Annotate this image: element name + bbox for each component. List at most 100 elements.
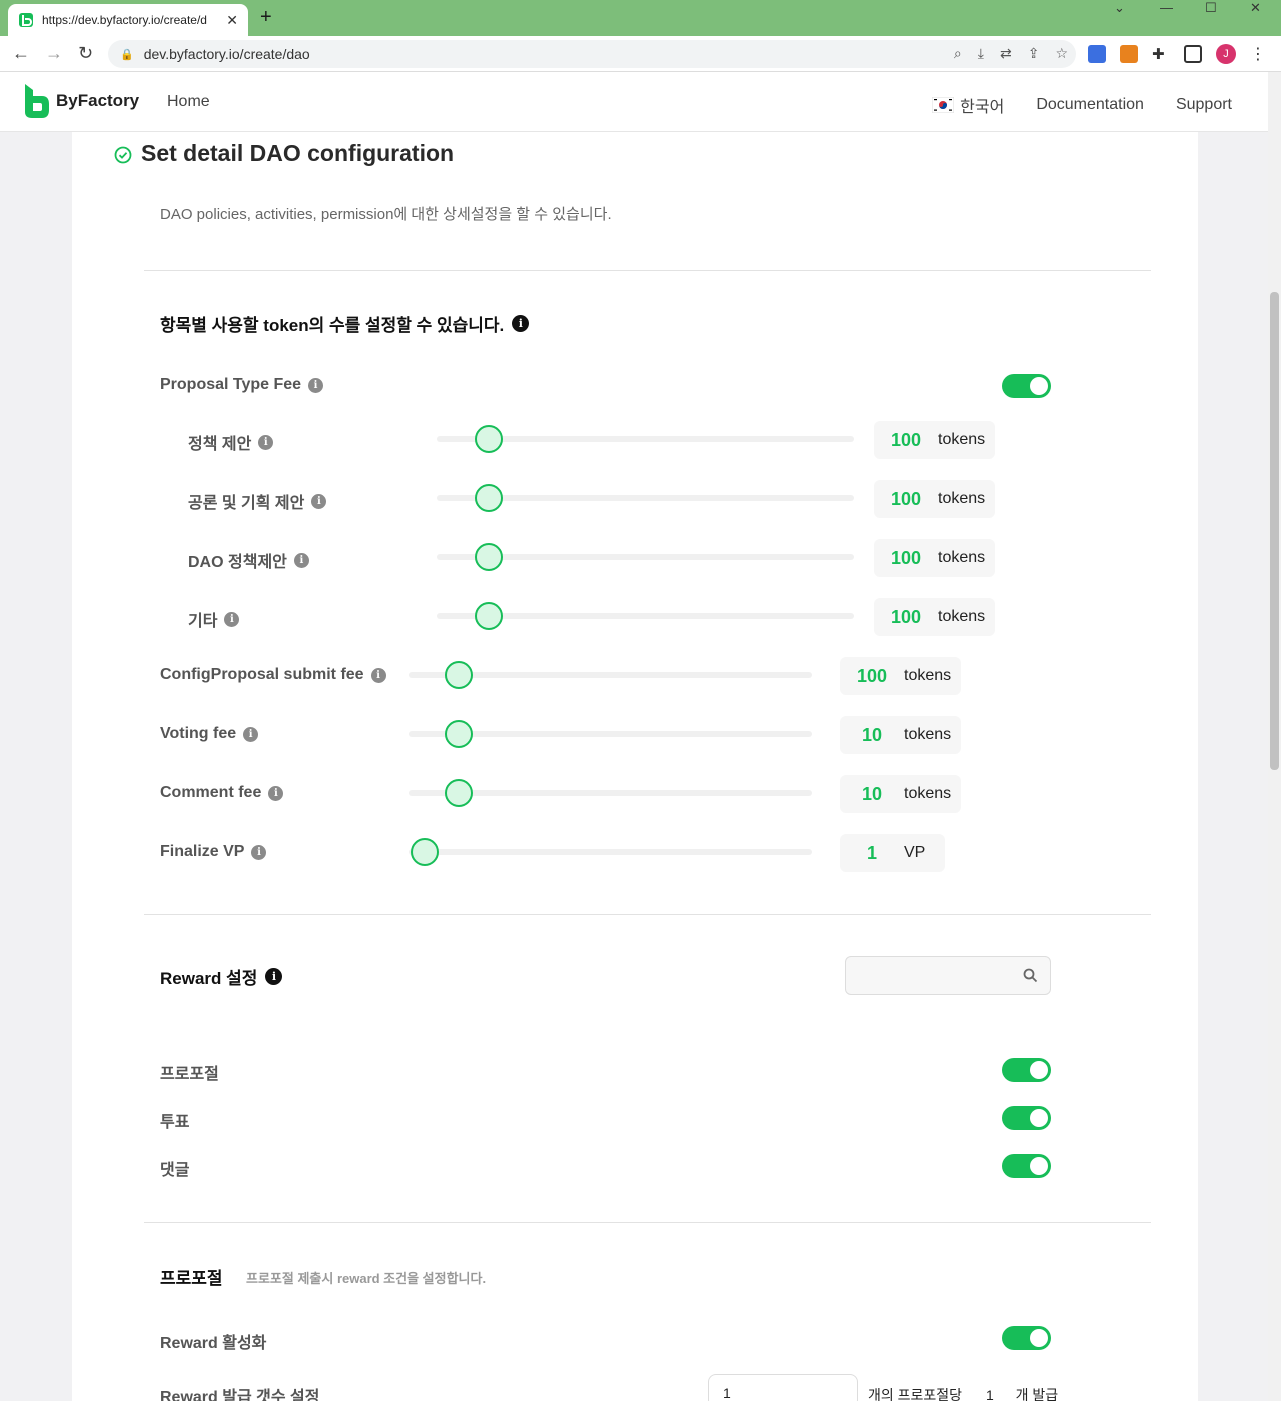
fee-label-text: Finalize VP xyxy=(160,843,245,860)
reward-proposal-toggle[interactable] xyxy=(1002,1058,1051,1082)
language-selector[interactable]: 한국어 xyxy=(932,93,1004,117)
reward-count-input[interactable]: 1 xyxy=(708,1374,858,1401)
sub-fee-value[interactable]: 100 xyxy=(874,548,938,569)
toggle-knob xyxy=(1030,1157,1048,1175)
fee-slider[interactable] xyxy=(409,849,812,855)
info-icon[interactable]: i xyxy=(224,611,240,627)
tab-close-icon[interactable]: ✕ xyxy=(226,12,238,29)
sub-fee-value[interactable]: 100 xyxy=(874,489,938,510)
sub-fee-value[interactable]: 100 xyxy=(874,607,938,628)
reward-vote-toggle[interactable] xyxy=(1002,1106,1051,1130)
fee-label: Voting fee i xyxy=(160,725,259,743)
issue-count[interactable]: 1 xyxy=(986,1387,994,1401)
sub-fee-unit: tokens xyxy=(938,490,986,507)
back-icon[interactable]: ← xyxy=(12,43,30,64)
extension-icon[interactable] xyxy=(1088,45,1106,63)
sub-fee-slider-thumb[interactable] xyxy=(475,543,503,571)
proposal-type-fee-text: Proposal Type Fee xyxy=(160,376,302,393)
brand-name: ByFactory xyxy=(56,91,140,110)
sub-fee-slider-thumb[interactable] xyxy=(475,425,503,453)
metamask-icon[interactable] xyxy=(1120,45,1138,63)
search-input[interactable] xyxy=(846,957,1016,994)
fee-slider-thumb[interactable] xyxy=(445,661,473,689)
profile-avatar[interactable]: J xyxy=(1216,44,1236,64)
sub-fee-label-text: 정책 제안 xyxy=(188,436,252,453)
sub-fee-label-text: DAO 정책제안 xyxy=(188,554,287,571)
fee-value-box: 10 tokens xyxy=(840,716,961,754)
new-tab-icon[interactable]: + xyxy=(260,6,272,29)
nav-support[interactable]: Support xyxy=(1176,96,1232,114)
reward-search xyxy=(845,956,1051,995)
sub-fee-label: 정책 제안 i xyxy=(188,430,274,454)
url-field[interactable]: 🔒 dev.byfactory.io/create/dao ⌕ ⤓ ⇄ ⇪ ☆ xyxy=(108,40,1076,68)
nav-home[interactable]: Home xyxy=(167,93,210,111)
sub-fee-value[interactable]: 100 xyxy=(874,430,938,451)
close-window-icon[interactable]: ✕ xyxy=(1250,0,1261,16)
install-icon[interactable]: ⤓ xyxy=(978,45,984,62)
info-icon[interactable]: i xyxy=(268,785,284,801)
byfactory-logo-icon xyxy=(25,84,49,118)
maximize-icon[interactable]: ☐ xyxy=(1205,0,1217,16)
per-proposal-label: 개의 프로포절당 xyxy=(868,1387,963,1401)
divider xyxy=(144,914,1151,915)
brand-logo[interactable]: ByFactory xyxy=(24,82,139,120)
search-icon[interactable] xyxy=(1023,968,1038,983)
info-icon[interactable]: i xyxy=(293,552,309,568)
menu-kebab-icon[interactable]: ⋮ xyxy=(1250,44,1266,64)
fee-unit: tokens xyxy=(904,785,952,802)
fee-label: Finalize VP i xyxy=(160,843,267,861)
sub-fee-label-text: 공론 및 기획 제안 xyxy=(188,495,305,512)
reload-icon[interactable]: ↻ xyxy=(78,43,93,64)
token-section-title: 항목별 사용할 token의 수를 설정할 수 있습니다. i xyxy=(160,311,530,336)
fee-value-box: 1 VP xyxy=(840,834,945,872)
minimize-icon[interactable]: — xyxy=(1160,0,1173,16)
fee-value[interactable]: 1 xyxy=(840,843,904,864)
fee-slider-thumb[interactable] xyxy=(445,779,473,807)
fee-slider-thumb[interactable] xyxy=(445,720,473,748)
sub-fee-slider-thumb[interactable] xyxy=(475,602,503,630)
fee-unit: VP xyxy=(904,844,926,861)
puzzle-icon[interactable]: ✚ xyxy=(1152,45,1170,63)
nav-documentation[interactable]: Documentation xyxy=(1036,96,1144,114)
site-header: ByFactory Home 한국어 Documentation Support xyxy=(0,72,1268,132)
language-label: 한국어 xyxy=(960,99,1005,116)
browser-tab[interactable]: https://dev.byfactory.io/create/d ✕ xyxy=(8,4,248,36)
sidepanel-icon[interactable] xyxy=(1184,45,1202,63)
info-icon[interactable]: i xyxy=(308,377,324,393)
sub-fee-slider-thumb[interactable] xyxy=(475,484,503,512)
toggle-knob xyxy=(1030,1109,1048,1127)
info-icon[interactable]: i xyxy=(512,315,530,332)
info-icon[interactable]: i xyxy=(370,667,386,683)
browser-tabbar: https://dev.byfactory.io/create/d ✕ + ⌄ … xyxy=(0,0,1281,36)
reward-comment-toggle[interactable] xyxy=(1002,1154,1051,1178)
bookmark-star-icon[interactable]: ☆ xyxy=(1055,45,1068,62)
info-icon[interactable]: i xyxy=(243,726,259,742)
proposal-section-title: 프로포절 xyxy=(160,1269,223,1288)
fee-label-text: ConfigProposal submit fee xyxy=(160,666,364,683)
fee-slider-thumb[interactable] xyxy=(411,838,439,866)
info-icon[interactable]: i xyxy=(258,434,274,450)
fee-value[interactable]: 10 xyxy=(840,784,904,805)
proposal-type-fee-toggle[interactable] xyxy=(1002,374,1051,398)
tab-search-chevron-icon[interactable]: ⌄ xyxy=(1114,0,1125,16)
sub-fee-label: 기타 i xyxy=(188,607,240,631)
forward-icon[interactable]: → xyxy=(45,43,63,64)
fee-value[interactable]: 10 xyxy=(840,725,904,746)
toggle-knob xyxy=(1030,377,1048,395)
info-icon[interactable]: i xyxy=(265,968,283,985)
reward-enable-label: Reward 활성화 xyxy=(160,1335,267,1352)
proposal-section-description: 프로포절 제출시 reward 조건을 설정합니다. xyxy=(246,1271,487,1286)
reward-enable-toggle[interactable] xyxy=(1002,1326,1051,1350)
sub-fee-value-box: 100 tokens xyxy=(874,421,995,459)
zoom-icon[interactable]: ⌕ xyxy=(954,45,962,62)
reward-item-label: 댓글 xyxy=(160,1162,190,1179)
translate-icon[interactable]: ⇄ xyxy=(1000,45,1012,62)
divider xyxy=(144,1222,1151,1223)
scrollbar-thumb[interactable] xyxy=(1270,292,1279,770)
fee-value[interactable]: 100 xyxy=(840,666,904,687)
token-section-title-text: 항목별 사용할 token의 수를 설정할 수 있습니다. xyxy=(160,316,505,335)
info-icon[interactable]: i xyxy=(311,493,327,509)
info-icon[interactable]: i xyxy=(251,844,267,860)
share-icon[interactable]: ⇪ xyxy=(1028,45,1040,62)
fee-label-text: Voting fee xyxy=(160,725,237,742)
